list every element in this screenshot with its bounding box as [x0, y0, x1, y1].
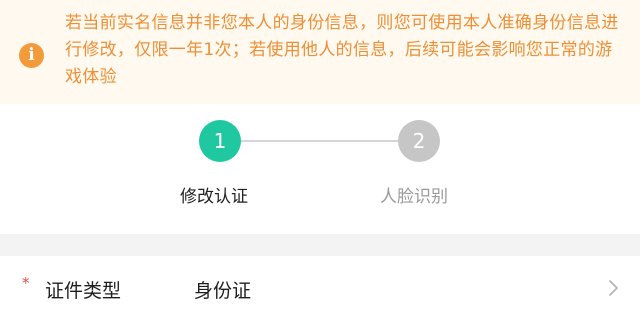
id-type-value: 身份证: [194, 280, 252, 302]
step-2-label: 人脸识别: [380, 187, 448, 207]
notice-banner: i 若当前实名信息并非您本人的身份信息，则您可使用本人准确身份信息进行修改，仅限…: [0, 0, 640, 104]
info-icon: i: [19, 43, 44, 68]
step-indicator: 1 2 修改认证 人脸识别: [0, 104, 640, 234]
step-connector: [240, 140, 398, 142]
required-mark: *: [22, 274, 30, 292]
identity-verification-page: i 若当前实名信息并非您本人的身份信息，则您可使用本人准确身份信息进行修改，仅限…: [0, 0, 640, 320]
step-1-label: 修改认证: [180, 187, 248, 207]
chevron-right-icon: [609, 280, 618, 296]
section-divider: [0, 234, 640, 256]
step-2-circle: 2: [398, 120, 440, 162]
id-type-label: 证件类型: [45, 280, 122, 302]
id-type-row[interactable]: * 证件类型 身份证: [0, 256, 640, 320]
step-1-circle: 1: [199, 120, 241, 162]
notice-text: 若当前实名信息并非您本人的身份信息，则您可使用本人准确身份信息进行修改，仅限一年…: [65, 13, 619, 87]
